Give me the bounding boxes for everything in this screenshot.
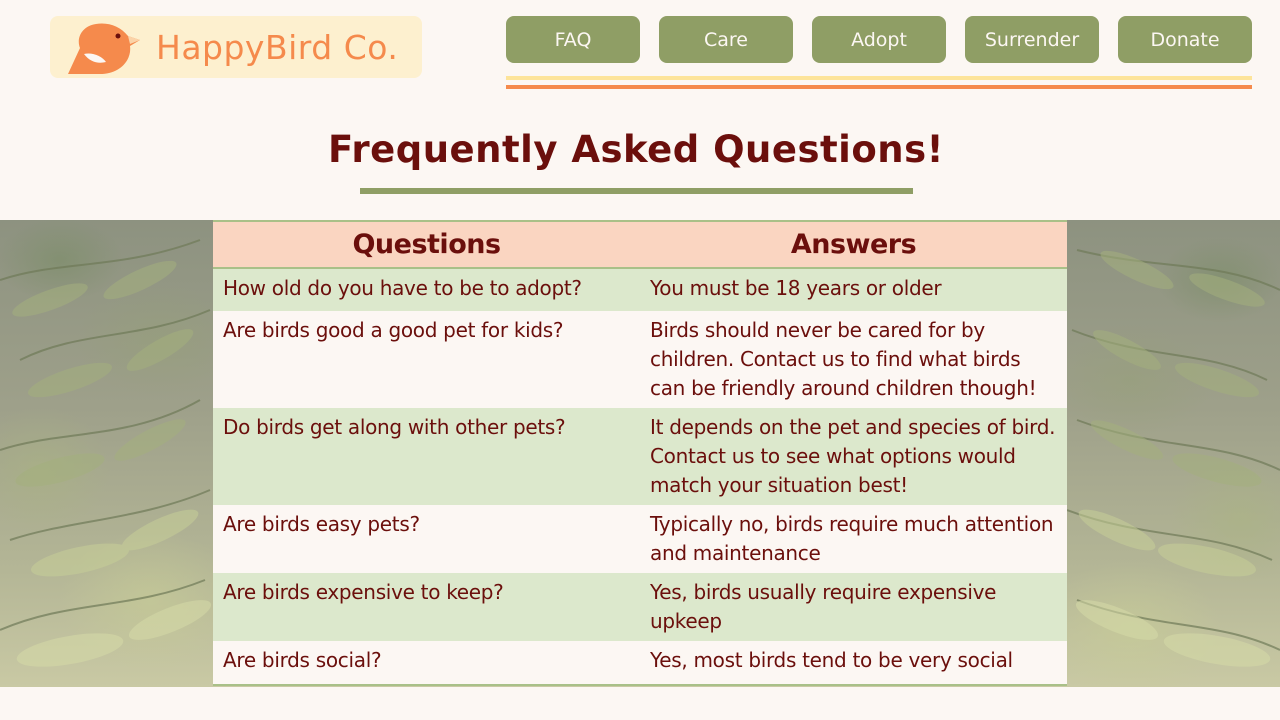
answer-cell: You must be 18 years or older bbox=[640, 268, 1067, 311]
question-cell: Are birds social? bbox=[213, 641, 640, 685]
answers-column-header: Answers bbox=[640, 221, 1067, 269]
nav-surrender-button[interactable]: Surrender bbox=[965, 16, 1099, 63]
question-cell: Do birds get along with other pets? bbox=[213, 408, 640, 505]
answer-cell: Typically no, birds require much attenti… bbox=[640, 505, 1067, 573]
table-row: Are birds good a good pet for kids? Bird… bbox=[213, 311, 1067, 408]
table-row: Do birds get along with other pets? It d… bbox=[213, 408, 1067, 505]
answer-cell: Birds should never be cared for by child… bbox=[640, 311, 1067, 408]
table-header-row: Questions Answers bbox=[213, 221, 1067, 269]
nav-adopt-button[interactable]: Adopt bbox=[812, 16, 946, 63]
question-cell: How old do you have to be to adopt? bbox=[213, 268, 640, 311]
fern-right-image bbox=[1067, 249, 1280, 667]
questions-column-header: Questions bbox=[213, 221, 640, 269]
page-title: Frequently Asked Questions! bbox=[327, 128, 945, 171]
answer-cell: Yes, most birds tend to be very social bbox=[640, 641, 1067, 685]
title-underline bbox=[360, 188, 913, 194]
header-divider-orange bbox=[506, 85, 1252, 89]
table-row: Are birds easy pets? Typically no, birds… bbox=[213, 505, 1067, 573]
answer-cell: It depends on the pet and species of bir… bbox=[640, 408, 1067, 505]
faq-table: Questions Answers How old do you have to… bbox=[213, 220, 1067, 686]
logo[interactable]: HappyBird Co. bbox=[50, 16, 422, 78]
table-row: How old do you have to be to adopt? You … bbox=[213, 268, 1067, 311]
main-nav: FAQ Care Adopt Surrender Donate bbox=[506, 16, 1252, 63]
bird-icon bbox=[68, 23, 140, 74]
question-cell: Are birds expensive to keep? bbox=[213, 573, 640, 641]
logo-text: HappyBird Co. bbox=[156, 28, 399, 67]
nav-faq-button[interactable]: FAQ bbox=[506, 16, 640, 63]
fern-left-image bbox=[0, 239, 212, 667]
question-cell: Are birds good a good pet for kids? bbox=[213, 311, 640, 408]
nav-care-button[interactable]: Care bbox=[659, 16, 793, 63]
table-row: Are birds social? Yes, most birds tend t… bbox=[213, 641, 1067, 685]
header-divider-yellow bbox=[506, 76, 1252, 80]
answer-cell: Yes, birds usually require expensive upk… bbox=[640, 573, 1067, 641]
table-row: Are birds expensive to keep? Yes, birds … bbox=[213, 573, 1067, 641]
question-cell: Are birds easy pets? bbox=[213, 505, 640, 573]
nav-donate-button[interactable]: Donate bbox=[1118, 16, 1252, 63]
